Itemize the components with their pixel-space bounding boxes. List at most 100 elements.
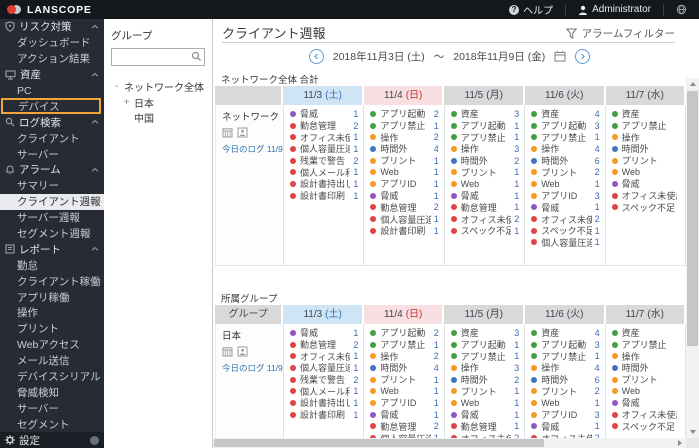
alarm-item: 勤怠管理 2 (284, 120, 363, 132)
vertical-scroll-thumb[interactable] (687, 91, 698, 346)
sidebar-item-operation[interactable]: 操作 (0, 305, 104, 321)
sidebar-item-print[interactable]: プリント (0, 321, 104, 337)
alarm-item: 設計書印刷 1 (284, 409, 363, 421)
sidebar-item-devices[interactable]: デバイス (1, 98, 101, 115)
alarm-item: Web 1 (364, 385, 443, 397)
alarm-count: 3 (594, 120, 600, 131)
sidebar-item-device-serial[interactable]: デバイスシリアル (0, 369, 104, 385)
alarm-label: プリント (541, 386, 578, 397)
weekday-label: (水) (647, 90, 664, 101)
alarm-item: アプリ禁止 1 (525, 131, 604, 143)
expand-icon[interactable]: + (122, 97, 131, 108)
scroll-right-arrow[interactable] (674, 438, 686, 448)
sidebar-item-label: デバイス (18, 100, 60, 113)
sidebar-item-segment-report[interactable]: セグメント (0, 416, 104, 432)
weekly-calendar-icon[interactable] (222, 127, 233, 138)
alarm-dot-icon (450, 399, 457, 406)
sidebar-item-client-weekly[interactable]: クライアント週報 (0, 193, 104, 210)
alarm-item: 資産 4 (525, 108, 604, 120)
sidebar-section-assets[interactable]: 資産 (0, 67, 104, 83)
sidebar-item-mail-send[interactable]: メール送信 (0, 353, 104, 369)
group-panel-title: グループ (111, 30, 153, 42)
sidebar-item-web-access[interactable]: Webアクセス (0, 337, 104, 353)
group-search-input[interactable] (114, 50, 200, 64)
language-button[interactable] (664, 0, 699, 19)
sidebar-item-label: デバイスシリアル (17, 371, 101, 384)
alarm-item: アプリID 1 (364, 178, 443, 190)
calendar-icon[interactable] (554, 50, 566, 62)
today-log-link[interactable]: 今日のログ 11/9 (金) (222, 143, 283, 155)
sidebar-item-label: サーバー (17, 148, 59, 161)
horizontal-scrollbar[interactable] (213, 438, 686, 448)
sidebar-item-client-uptime[interactable]: クライアント稼働 (0, 273, 104, 289)
alarm-count: 1 (514, 409, 520, 420)
sidebar-item-action-results[interactable]: アクション結果 (0, 51, 104, 67)
alarm-item: 操作 4 (525, 143, 604, 155)
tree-item-china[interactable]: 中国 (104, 110, 212, 126)
today-log-link[interactable]: 今日のログ 11/9 (金) (222, 362, 283, 374)
alarm-item: 残業で警告 2 (284, 374, 363, 386)
sidebar-item-client[interactable]: クライアント (0, 130, 104, 146)
sidebar-item-attendance[interactable]: 勤怠 (0, 257, 104, 273)
date-label: 11/6 (545, 309, 564, 320)
alarm-count: 1 (433, 339, 439, 350)
member-list-icon[interactable] (237, 346, 248, 357)
sidebar-item-label: クライアント (17, 132, 80, 145)
sidebar-item-app-uptime[interactable]: アプリ稼働 (0, 289, 104, 305)
sidebar-item-server-report[interactable]: サーバー (0, 400, 104, 416)
sidebar-item-pc[interactable]: PC (0, 83, 104, 99)
alarm-item: アプリ起動 2 (364, 108, 443, 120)
sidebar-item-settings[interactable]: 設定 (0, 432, 104, 448)
sidebar-section-risk[interactable]: リスク対策 (0, 19, 104, 35)
horizontal-scroll-thumb[interactable] (214, 439, 544, 447)
alarm-item: プリント 1 (364, 155, 443, 167)
next-week-button[interactable] (575, 48, 591, 64)
tree-item-japan[interactable]: + 日本 (104, 95, 212, 111)
sidebar-item-summary[interactable]: サマリー (0, 178, 104, 194)
sidebar-item-server-weekly[interactable]: サーバー週報 (0, 210, 104, 226)
scroll-up-arrow[interactable] (686, 78, 699, 90)
report-icon (5, 244, 15, 254)
alarm-dot-icon (289, 192, 296, 199)
date-range-separator: ～ (433, 50, 445, 63)
collapse-icon[interactable]: - (112, 81, 121, 92)
alarm-dot-icon (289, 180, 296, 187)
member-list-icon[interactable] (237, 127, 248, 138)
alarm-count: 1 (433, 178, 439, 189)
alarm-filter-button[interactable]: アラームフィルター (565, 20, 675, 41)
sidebar-item-server[interactable]: サーバー (0, 146, 104, 162)
alarm-count: 2 (433, 132, 439, 143)
group-panel: グループ - ネットワーク全体 + 日本 中国 (104, 19, 213, 448)
alarm-count: 4 (594, 143, 600, 154)
sidebar-section-alarm[interactable]: アラーム (0, 162, 104, 178)
tree-item-network-all[interactable]: - ネットワーク全体 (104, 79, 212, 95)
alarm-item: アプリ禁止 1 (364, 120, 443, 132)
search-icon[interactable] (191, 51, 202, 62)
weekday-label: (火) (566, 90, 584, 101)
alarm-dot-icon (289, 145, 296, 152)
help-button[interactable]: ? ヘルプ (497, 0, 565, 19)
sidebar-item-segment-weekly[interactable]: セグメント週報 (0, 226, 104, 242)
top-bar: LANSCOPE ? ヘルプ Administrator (0, 0, 699, 19)
scroll-down-arrow[interactable] (686, 426, 699, 438)
alarm-dot-icon (611, 169, 618, 176)
alarm-count: 1 (353, 108, 359, 119)
collapse-badge-icon[interactable] (90, 435, 99, 445)
alarm-dot-icon (531, 364, 538, 371)
alarm-dot-icon (531, 169, 538, 176)
sidebar-section-report[interactable]: レポート (0, 241, 104, 257)
alarm-count: 2 (514, 155, 520, 166)
alarm-count: 3 (514, 362, 520, 373)
alarm-item: アプリ起動 3 (525, 120, 604, 132)
weekly-calendar-icon[interactable] (222, 346, 233, 357)
alarm-dot-icon (531, 227, 538, 234)
alarm-count: 1 (353, 132, 359, 143)
sidebar-section-log-search[interactable]: ログ検索 (0, 114, 104, 130)
user-menu-button[interactable]: Administrator (566, 0, 663, 19)
alarm-item: 脅威 1 (364, 409, 443, 421)
sidebar-item-threat-detection[interactable]: 脅威検知 (0, 384, 104, 400)
prev-week-button[interactable] (308, 48, 324, 64)
vertical-scrollbar[interactable] (686, 78, 699, 438)
help-label: ヘルプ (523, 6, 554, 17)
sidebar-item-dashboard[interactable]: ダッシュボード (0, 35, 104, 51)
